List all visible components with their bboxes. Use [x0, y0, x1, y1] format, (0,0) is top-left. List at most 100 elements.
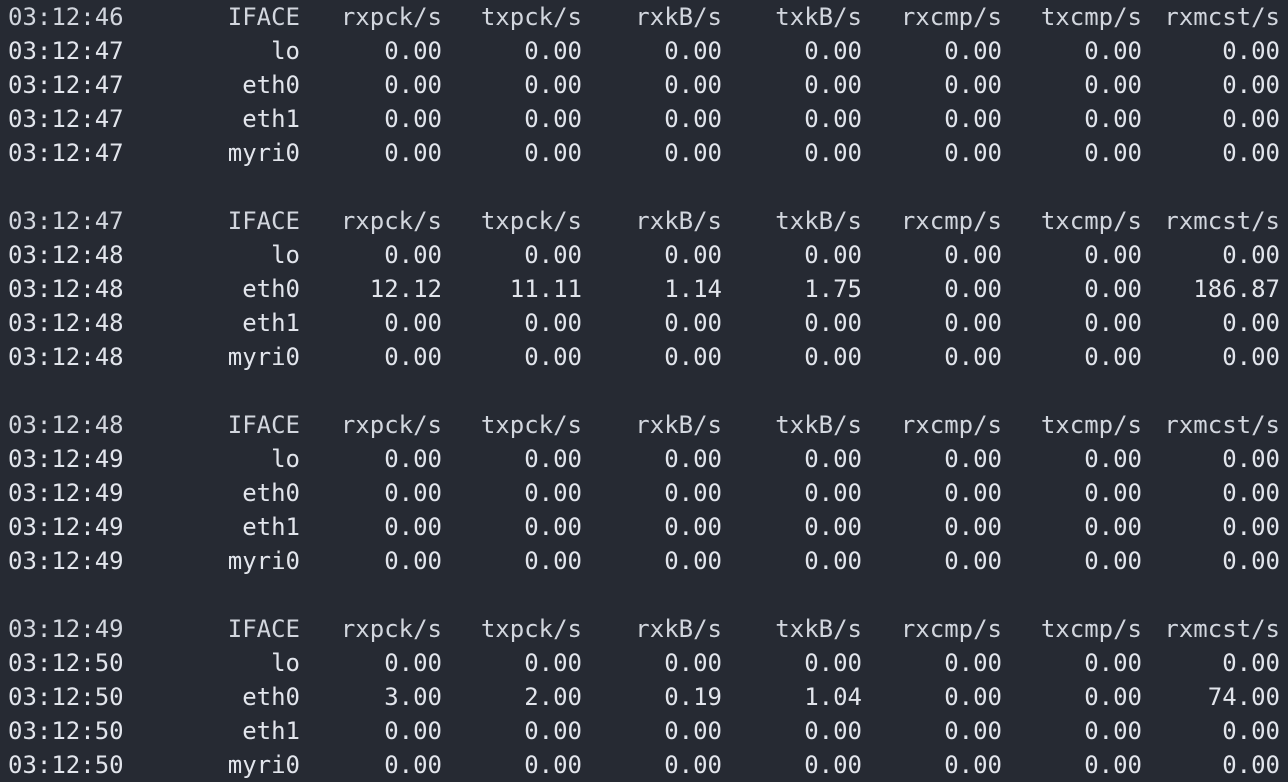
cell-rxcmp: 0.00	[944, 479, 1002, 507]
cell-rxpck: 0.00	[384, 343, 442, 371]
column-header-txcmp: txcmp/s	[1040, 3, 1142, 31]
row-time: 03:12:50	[8, 717, 124, 745]
cell-txpck: 11.11	[509, 275, 582, 303]
column-header-rxpck: rxpck/s	[340, 207, 442, 235]
cell-rxkb: 0.19	[664, 683, 722, 711]
cell-rxkb: 0.00	[664, 309, 722, 337]
cell-rxkb: 0.00	[664, 343, 722, 371]
cell-rxkb: 0.00	[664, 37, 722, 65]
cell-rxpck: 0.00	[384, 309, 442, 337]
column-header-txkb: txkB/s	[775, 615, 862, 643]
cell-iface: lo	[271, 241, 300, 269]
cell-rxpck: 0.00	[384, 241, 442, 269]
cell-iface: myri0	[227, 343, 300, 371]
cell-rxpck: 0.00	[384, 649, 442, 677]
table-row: 03:12:50 eth0 3.00 2.00 0.19 1.04 0.00 0.00 74.0…	[0, 680, 1288, 714]
cell-rxmcst: 0.00	[1222, 649, 1280, 677]
cell-rxcmp: 0.00	[944, 717, 1002, 745]
table-row: 03:12:49 eth1 0.00 0.00 0.00 0.00 0.00 0.00 0.00	[0, 510, 1288, 544]
cell-rxcmp: 0.00	[944, 309, 1002, 337]
cell-rxpck: 0.00	[384, 751, 442, 779]
column-header-txpck: txpck/s	[480, 207, 582, 235]
row-time: 03:12:47	[8, 71, 124, 99]
column-header-rxmcst: rxmcst/s	[1164, 3, 1280, 31]
column-header-rxcmp: rxcmp/s	[900, 207, 1002, 235]
cell-iface: eth1	[242, 717, 300, 745]
cell-rxcmp: 0.00	[944, 513, 1002, 541]
cell-rxkb: 0.00	[664, 513, 722, 541]
terminal-output[interactable]: 03:12:46 IFACE rxpck/s txpck/s rxkB/s txkB/s r…	[0, 0, 1288, 782]
cell-txpck: 0.00	[524, 717, 582, 745]
cell-rxcmp: 0.00	[944, 37, 1002, 65]
column-header-txcmp: txcmp/s	[1040, 207, 1142, 235]
cell-txcmp: 0.00	[1084, 275, 1142, 303]
column-header-txkb: txkB/s	[775, 3, 862, 31]
column-header-rxkb: rxkB/s	[635, 3, 722, 31]
cell-txkb: 0.00	[804, 71, 862, 99]
cell-iface: eth0	[242, 275, 300, 303]
cell-rxpck: 0.00	[384, 717, 442, 745]
table-row: 03:12:48 eth1 0.00 0.00 0.00 0.00 0.00 0.00 0.00	[0, 306, 1288, 340]
cell-txkb: 1.75	[804, 275, 862, 303]
cell-txkb: 0.00	[804, 547, 862, 575]
cell-rxkb: 0.00	[664, 139, 722, 167]
cell-rxmcst: 0.00	[1222, 37, 1280, 65]
block-header-row: 03:12:46 IFACE rxpck/s txpck/s rxkB/s txkB/s r…	[0, 0, 1288, 34]
cell-iface: eth1	[242, 513, 300, 541]
cell-rxkb: 0.00	[664, 241, 722, 269]
row-time: 03:12:48	[8, 241, 124, 269]
cell-txcmp: 0.00	[1084, 445, 1142, 473]
row-time: 03:12:49	[8, 513, 124, 541]
cell-txpck: 0.00	[524, 37, 582, 65]
column-header-rxpck: rxpck/s	[340, 411, 442, 439]
cell-txcmp: 0.00	[1084, 683, 1142, 711]
table-row: 03:12:49 eth0 0.00 0.00 0.00 0.00 0.00 0.00 0.00	[0, 476, 1288, 510]
cell-rxpck: 0.00	[384, 37, 442, 65]
cell-txkb: 0.00	[804, 479, 862, 507]
cell-rxpck: 0.00	[384, 547, 442, 575]
cell-txkb: 0.00	[804, 343, 862, 371]
cell-txkb: 0.00	[804, 105, 862, 133]
row-time: 03:12:49	[8, 479, 124, 507]
column-header-txkb: txkB/s	[775, 411, 862, 439]
cell-txcmp: 0.00	[1084, 37, 1142, 65]
cell-rxkb: 0.00	[664, 105, 722, 133]
cell-rxmcst: 0.00	[1222, 547, 1280, 575]
column-header-txpck: txpck/s	[480, 411, 582, 439]
block-header-row: 03:12:48 IFACE rxpck/s txpck/s rxkB/s txkB/s r…	[0, 408, 1288, 442]
cell-rxcmp: 0.00	[944, 445, 1002, 473]
cell-rxcmp: 0.00	[944, 139, 1002, 167]
cell-txpck: 0.00	[524, 649, 582, 677]
cell-rxkb: 0.00	[664, 649, 722, 677]
row-time: 03:12:47	[8, 37, 124, 65]
cell-txpck: 0.00	[524, 513, 582, 541]
row-time: 03:12:49	[8, 547, 124, 575]
cell-txpck: 0.00	[524, 445, 582, 473]
cell-txkb: 0.00	[804, 445, 862, 473]
cell-rxcmp: 0.00	[944, 751, 1002, 779]
table-row: 03:12:48 lo 0.00 0.00 0.00 0.00 0.00 0.00 0.00	[0, 238, 1288, 272]
table-row: 03:12:50 myri0 0.00 0.00 0.00 0.00 0.00 0.00 0.0…	[0, 748, 1288, 782]
cell-rxpck: 12.12	[369, 275, 442, 303]
column-header-rxcmp: rxcmp/s	[900, 615, 1002, 643]
cell-rxkb: 0.00	[664, 479, 722, 507]
cell-txcmp: 0.00	[1084, 105, 1142, 133]
cell-txcmp: 0.00	[1084, 717, 1142, 745]
cell-rxmcst: 0.00	[1222, 751, 1280, 779]
cell-rxmcst: 0.00	[1222, 71, 1280, 99]
cell-txpck: 2.00	[524, 683, 582, 711]
cell-txcmp: 0.00	[1084, 751, 1142, 779]
cell-txpck: 0.00	[524, 139, 582, 167]
cell-rxkb: 0.00	[664, 547, 722, 575]
column-header-rxmcst: rxmcst/s	[1164, 615, 1280, 643]
cell-rxcmp: 0.00	[944, 275, 1002, 303]
cell-rxkb: 1.14	[664, 275, 722, 303]
cell-txkb: 0.00	[804, 309, 862, 337]
table-row: 03:12:50 lo 0.00 0.00 0.00 0.00 0.00 0.00 0.00	[0, 646, 1288, 680]
cell-rxmcst: 0.00	[1222, 343, 1280, 371]
column-header-iface: IFACE	[227, 207, 300, 235]
cell-rxpck: 3.00	[384, 683, 442, 711]
cell-rxpck: 0.00	[384, 139, 442, 167]
cell-txkb: 0.00	[804, 139, 862, 167]
cell-rxcmp: 0.00	[944, 683, 1002, 711]
